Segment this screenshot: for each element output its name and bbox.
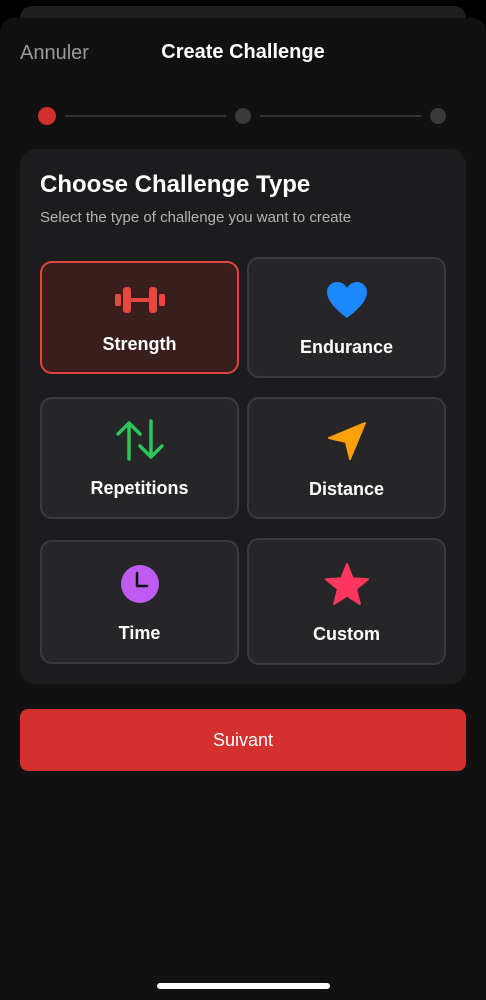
challenge-type-card: Choose Challenge Type Select the type of… (20, 149, 466, 684)
card-title: Choose Challenge Type (40, 171, 311, 198)
type-label: Endurance (299, 337, 394, 357)
type-label: Strength (102, 334, 177, 354)
location-arrow-icon (249, 421, 444, 461)
dumbbell-icon (42, 285, 237, 315)
type-label: Custom (313, 624, 380, 644)
step-dot-3 (430, 108, 446, 124)
next-button[interactable]: Suivant (20, 709, 466, 771)
arrows-up-down-icon (42, 419, 237, 461)
type-option-time[interactable]: Time (40, 540, 239, 664)
home-indicator (157, 983, 330, 989)
type-label: Time (118, 623, 161, 643)
step-connector (65, 115, 226, 117)
card-subtitle: Select the type of challenge you want to… (40, 209, 352, 226)
type-option-custom[interactable]: Custom (247, 538, 446, 665)
star-icon (249, 562, 444, 606)
step-dot-1 (38, 107, 56, 125)
step-dot-2 (235, 108, 251, 124)
type-option-strength[interactable]: Strength (40, 261, 239, 374)
type-option-distance[interactable]: Distance (247, 397, 446, 519)
step-connector (260, 115, 421, 117)
type-label: Distance (308, 479, 385, 499)
type-option-repetitions[interactable]: Repetitions (40, 397, 239, 519)
type-label: Repetitions (90, 478, 189, 498)
type-option-endurance[interactable]: Endurance (247, 257, 446, 378)
page-title: Create Challenge (161, 41, 325, 63)
clock-icon (42, 564, 237, 604)
step-progress (38, 106, 448, 126)
heart-icon (249, 281, 444, 319)
